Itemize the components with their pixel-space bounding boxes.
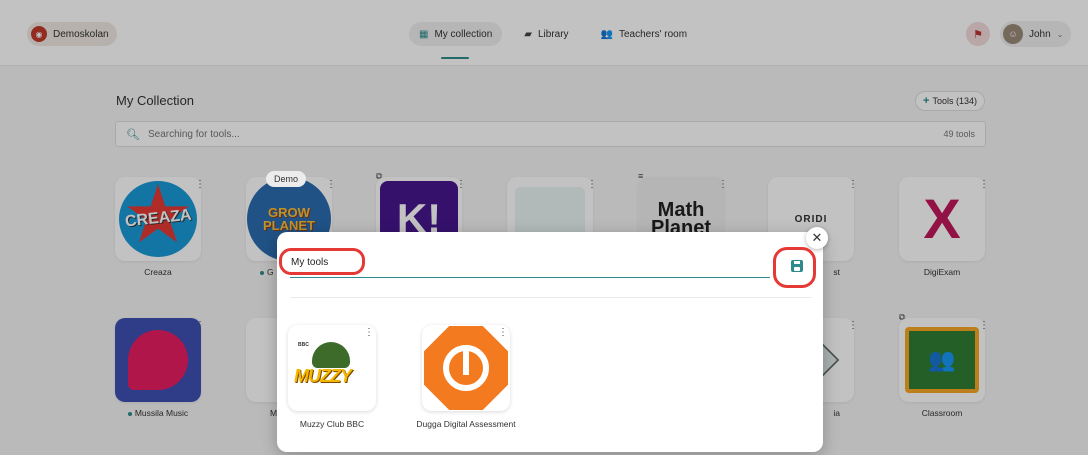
close-button[interactable]: ✕	[806, 227, 828, 249]
more-options-icon[interactable]: ⋮	[364, 327, 374, 338]
demo-badge: Demo	[266, 171, 307, 187]
tool-tile[interactable]: BBC MUZZY ⋮	[288, 325, 376, 411]
dugga-logo-icon	[424, 326, 508, 410]
highlight-ring	[279, 248, 365, 275]
more-options-icon[interactable]: ⋮	[498, 327, 508, 338]
tool-tile[interactable]: ⋮	[422, 325, 510, 411]
divider	[290, 297, 812, 298]
modal-tool-card[interactable]: ⋮ Dugga Digital Assessment	[416, 325, 516, 429]
muzzy-logo-icon: BBC MUZZY	[294, 342, 352, 386]
close-icon: ✕	[811, 230, 823, 245]
modal-tool-card[interactable]: BBC MUZZY ⋮ Muzzy Club BBC	[288, 325, 376, 429]
tool-name: Dugga Digital Assessment	[416, 419, 516, 429]
highlight-ring	[773, 247, 816, 288]
tool-name: Muzzy Club BBC	[299, 419, 365, 429]
